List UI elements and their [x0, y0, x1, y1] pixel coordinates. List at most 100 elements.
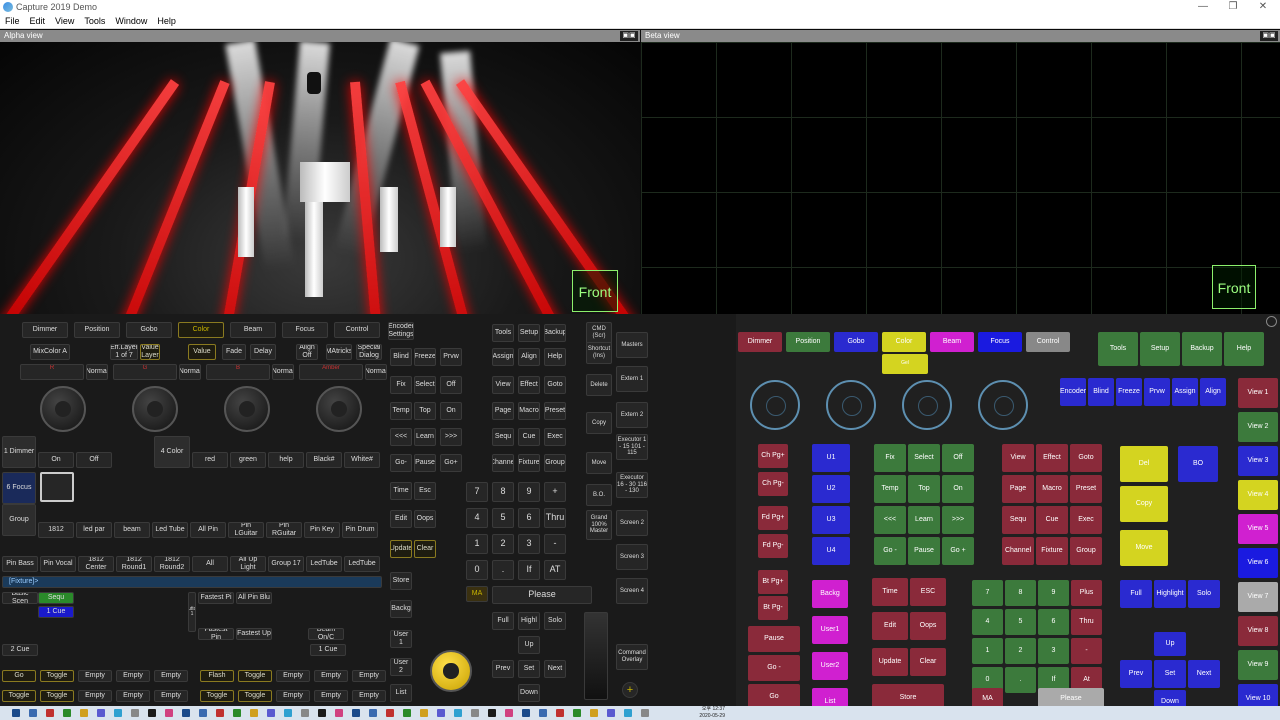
encoder-option-button[interactable]: MAtricks	[326, 344, 352, 360]
command-key[interactable]: Down	[518, 684, 540, 702]
group-preset-button[interactable]: Pin Key	[304, 522, 340, 538]
numpad-key[interactable]: 1	[972, 638, 1003, 664]
blackout-key[interactable]: BO	[1178, 446, 1218, 482]
preset-empty-selected[interactable]	[40, 472, 74, 502]
page-key[interactable]: Bt Pg-	[758, 596, 788, 620]
taskbar-app-icon[interactable]	[199, 709, 207, 717]
taskbar-app-icon[interactable]	[607, 709, 615, 717]
group-preset-button[interactable]: All Up Light	[230, 556, 266, 572]
command-key[interactable]: Learn	[414, 428, 436, 446]
numpad-key[interactable]: 7	[466, 482, 488, 502]
front-view-label[interactable]: Front	[1212, 265, 1256, 309]
encoder-amber-label[interactable]: Amber	[299, 364, 363, 380]
taskbar-app-icon[interactable]	[29, 709, 37, 717]
numpad-key[interactable]: 9	[518, 482, 540, 502]
numpad-key[interactable]: If	[518, 560, 540, 580]
selection-mode-key[interactable]: Full	[1120, 580, 1152, 608]
encoder-mode-button[interactable]: Normal	[179, 364, 201, 380]
command-key[interactable]: Help	[544, 348, 566, 366]
page-key[interactable]: Fd Pg-	[758, 534, 788, 558]
user-function-key[interactable]: User1	[812, 616, 848, 644]
command-key[interactable]: Prev	[492, 660, 514, 678]
encoder-mode-button[interactable]: Normal	[272, 364, 294, 380]
command-key[interactable]: Esc	[414, 482, 436, 500]
command-key[interactable]: Off	[942, 444, 974, 472]
taskbar-app-icon[interactable]	[148, 709, 156, 717]
trackball[interactable]	[430, 650, 472, 692]
command-key[interactable]: Solo	[544, 612, 566, 630]
command-key[interactable]: Off	[440, 376, 462, 394]
down-arrow-key[interactable]: Down	[1154, 690, 1186, 706]
page-key[interactable]: Ch Pg+	[758, 444, 788, 468]
taskbar-app-icon[interactable]	[97, 709, 105, 717]
preset-type-dimmer-key[interactable]: Dimmer	[738, 332, 782, 352]
menu-edit[interactable]: Edit	[25, 14, 51, 29]
executor-button[interactable]: Toggle	[2, 690, 36, 702]
front-view-label[interactable]: Front	[572, 270, 618, 312]
user-key[interactable]: U4	[812, 537, 850, 565]
master-section-key[interactable]: Screen 3	[616, 544, 648, 570]
executor-toggle-button[interactable]: Toggle	[238, 670, 272, 682]
command-key[interactable]: Select	[908, 444, 940, 472]
command-key[interactable]: Page	[1002, 475, 1034, 503]
playback-key[interactable]: Go -	[748, 655, 800, 681]
preset-type-beam-key[interactable]: Beam	[930, 332, 974, 352]
master-section-key[interactable]: Screen 4	[616, 578, 648, 604]
group-preset-button[interactable]: Pin Vocal	[40, 556, 76, 572]
command-key[interactable]: Pause	[414, 454, 436, 472]
selection-mode-key[interactable]: Highlight	[1154, 580, 1186, 608]
encoder-row-key[interactable]: Blind	[1088, 378, 1114, 406]
numpad-key[interactable]: 1	[466, 534, 488, 554]
encoder-row-key[interactable]: Encoder	[1060, 378, 1086, 406]
command-key[interactable]: Highl	[518, 612, 540, 630]
gear-icon[interactable]	[1266, 316, 1277, 327]
master-section-key[interactable]: Command Overlay	[616, 644, 648, 670]
command-key[interactable]: Backg	[390, 600, 412, 618]
encoder-ring[interactable]	[978, 380, 1028, 430]
page-key[interactable]: Ch Pg-	[758, 472, 788, 496]
encoder-row-key[interactable]: Align	[1200, 378, 1226, 406]
grand-master-fader[interactable]	[584, 612, 608, 700]
encoder-option-button[interactable]: Align Off	[296, 344, 318, 360]
taskbar-app-icon[interactable]	[318, 709, 326, 717]
preset-button[interactable]: On	[38, 452, 74, 468]
taskbar-app-icon[interactable]	[573, 709, 581, 717]
group-preset-button[interactable]: 1812 Round2	[154, 556, 190, 572]
view-key[interactable]: View 5	[1238, 514, 1278, 544]
menu-tools[interactable]: Tools	[79, 14, 110, 29]
taskbar-app-icon[interactable]	[165, 709, 173, 717]
command-side-key[interactable]: Grand 100% Master	[586, 510, 612, 540]
command-key[interactable]: Assign	[492, 348, 514, 366]
numpad-key[interactable]: 4	[466, 508, 488, 528]
user-key[interactable]: U2	[812, 475, 850, 503]
please-key[interactable]: Please	[492, 586, 592, 604]
prev-key[interactable]: Prev	[1120, 660, 1152, 688]
taskbar-app-icon[interactable]	[335, 709, 343, 717]
command-key[interactable]: Preset	[1070, 475, 1102, 503]
numpad-key[interactable]: Plus	[1071, 580, 1102, 606]
command-key[interactable]: Channel	[492, 454, 514, 472]
system-key[interactable]: Setup	[1140, 332, 1180, 366]
taskbar-app-icon[interactable]	[539, 709, 547, 717]
executor-button[interactable]: Empty	[116, 690, 150, 702]
numpad-key[interactable]: 5	[492, 508, 514, 528]
user-function-key[interactable]: List	[812, 688, 848, 706]
color-preset-button[interactable]: 4 Color	[154, 436, 190, 468]
master-section-key[interactable]: Extern 1	[616, 366, 648, 392]
encoder-ring[interactable]	[826, 380, 876, 430]
command-key[interactable]: Fix	[874, 444, 906, 472]
numpad-key[interactable]: 0	[466, 560, 488, 580]
preset-type-gobo-button[interactable]: Gobo	[126, 322, 172, 338]
taskbar-app-icon[interactable]	[488, 709, 496, 717]
command-key[interactable]: Set	[518, 660, 540, 678]
command-key[interactable]: Oops	[414, 510, 436, 528]
executor-button[interactable]: Empty	[154, 690, 188, 702]
command-key[interactable]: Go +	[942, 537, 974, 565]
encoder-mode-button[interactable]: Normal	[86, 364, 108, 380]
numpad-key[interactable]: -	[1071, 638, 1102, 664]
command-key[interactable]: Macro	[1036, 475, 1068, 503]
preset-type-focus-key[interactable]: Focus	[978, 332, 1022, 352]
preset-type-color-key[interactable]: Color	[882, 332, 926, 352]
please-key[interactable]: Please	[1038, 688, 1104, 706]
numpad-key[interactable]: AT	[544, 560, 566, 580]
